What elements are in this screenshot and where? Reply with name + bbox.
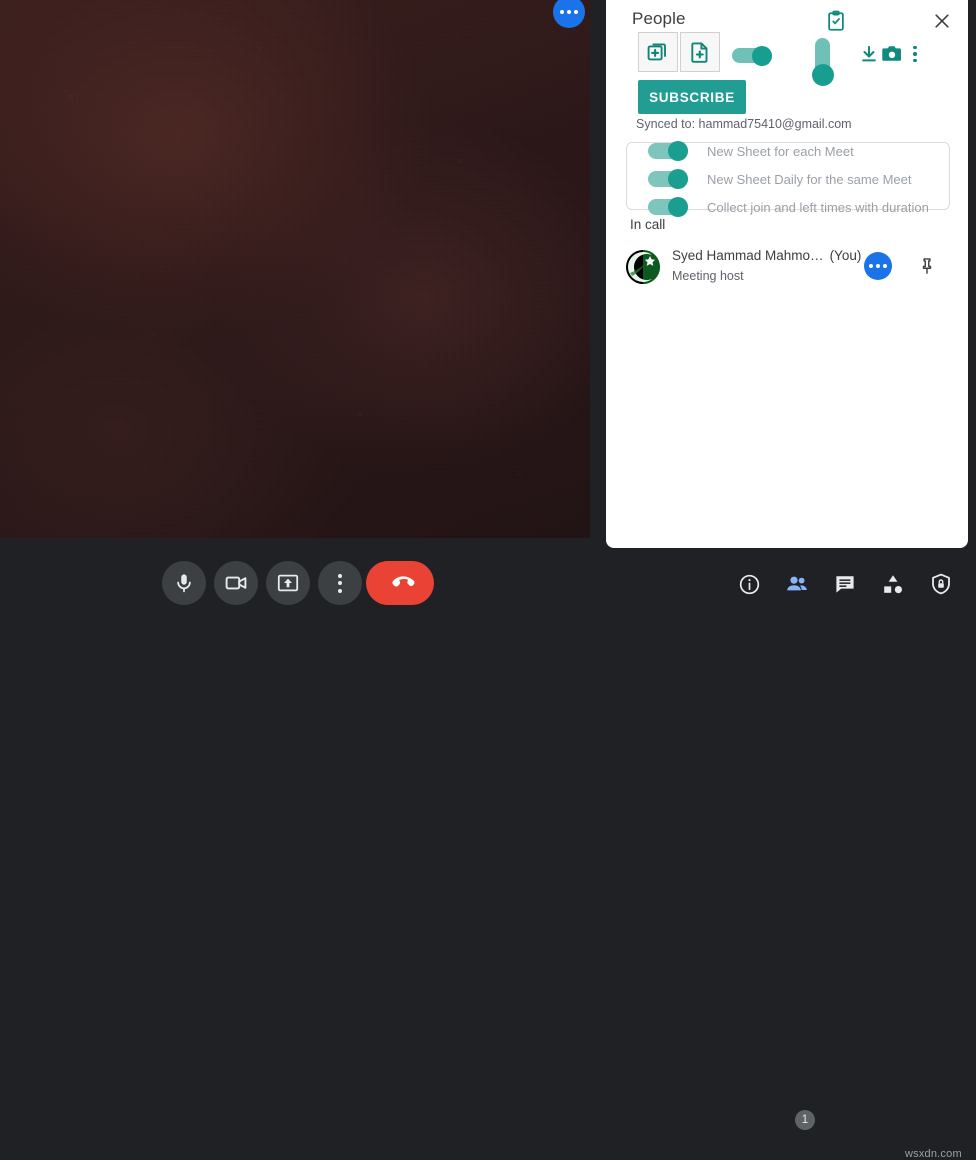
meet-window: People SUBSCRIBE Synced to: hammad75410@… — [0, 0, 976, 1160]
more-dot — [338, 581, 342, 585]
option-row-new-sheet-each-meet[interactable]: New Sheet for each Meet — [648, 140, 854, 162]
kebab-dot — [913, 52, 917, 56]
more-dot — [869, 264, 873, 268]
end-call-icon — [392, 576, 415, 587]
tracking-slider[interactable] — [809, 38, 835, 88]
shield-lock-icon — [932, 573, 950, 595]
participant-row[interactable]: Syed Hammad Mahmo… (You) Meeting host — [606, 248, 968, 288]
toggle-new-sheet-each-meet[interactable] — [648, 141, 694, 161]
section-label-in-call: In call — [630, 217, 666, 232]
info-icon — [739, 574, 759, 594]
panel-title: People — [632, 9, 686, 28]
participant-name: Syed Hammad Mahmo… (You) — [672, 248, 861, 263]
toggle-knob — [668, 169, 688, 189]
option-label: New Sheet for each Meet — [707, 143, 854, 159]
subscribe-button[interactable]: SUBSCRIBE — [638, 80, 746, 114]
toggle-collect-times[interactable] — [648, 197, 694, 217]
more-dot — [560, 10, 564, 14]
meeting-details-button[interactable] — [729, 564, 769, 604]
camera-icon[interactable] — [878, 42, 906, 66]
chat-button[interactable] — [825, 564, 865, 604]
video-tile — [0, 0, 590, 538]
toggle-knob — [668, 197, 688, 217]
add-sheet-icon[interactable] — [638, 32, 678, 72]
more-dot — [876, 264, 880, 268]
watermark: wsxdn.com — [905, 1148, 962, 1160]
participant-name-text: Syed Hammad Mahmo… — [672, 248, 824, 263]
show-everyone-button[interactable] — [777, 564, 817, 604]
participant-you-tag: (You) — [829, 248, 862, 263]
participant-role: Meeting host — [672, 269, 744, 283]
option-row-collect-times[interactable]: Collect join and left times with duratio… — [648, 196, 929, 218]
leave-call-button[interactable] — [366, 561, 434, 605]
add-document-icon[interactable] — [680, 32, 720, 72]
people-count-badge: 1 — [795, 1110, 815, 1130]
pin-icon[interactable] — [914, 253, 940, 279]
download-icon[interactable] — [858, 42, 880, 66]
addon-toolbar — [606, 30, 968, 86]
synced-account-text: Synced to: hammad75410@gmail.com — [636, 117, 852, 131]
activities-icon — [884, 575, 902, 594]
present-screen-icon — [277, 574, 299, 592]
activities-button[interactable] — [873, 564, 913, 604]
microphone-button[interactable] — [162, 561, 206, 605]
toggle-new-sheet-daily[interactable] — [648, 169, 694, 189]
slider-knob — [812, 64, 834, 86]
more-dot — [338, 573, 342, 578]
microphone-icon — [177, 574, 191, 593]
people-icon — [787, 576, 807, 591]
camera-button[interactable] — [214, 561, 258, 605]
more-dot — [883, 264, 887, 268]
more-options-button[interactable] — [318, 561, 362, 605]
option-label: New Sheet Daily for the same Meet — [707, 171, 912, 187]
bottom-control-bar: 1 wsxdn.com — [0, 548, 976, 1160]
more-dot — [567, 10, 571, 14]
attendance-toggle[interactable] — [732, 46, 776, 66]
host-controls-button[interactable] — [921, 564, 961, 604]
kebab-dot — [913, 58, 917, 63]
video-camera-icon — [225, 576, 247, 590]
chat-icon — [836, 576, 854, 593]
kebab-dot — [913, 45, 917, 50]
toggle-knob — [668, 141, 688, 161]
option-row-new-sheet-daily[interactable]: New Sheet Daily for the same Meet — [648, 168, 911, 190]
option-label: Collect join and left times with duratio… — [707, 199, 929, 215]
more-dot — [574, 10, 578, 14]
participant-more-options-button[interactable] — [864, 252, 892, 280]
present-button[interactable] — [266, 561, 310, 605]
more-dot — [338, 588, 342, 593]
video-grain-overlay — [0, 0, 590, 538]
toggle-knob — [752, 46, 772, 66]
options-box: New Sheet for each Meet New Sheet Daily … — [626, 140, 950, 217]
more-vertical-icon[interactable] — [906, 42, 924, 66]
avatar — [626, 250, 660, 284]
